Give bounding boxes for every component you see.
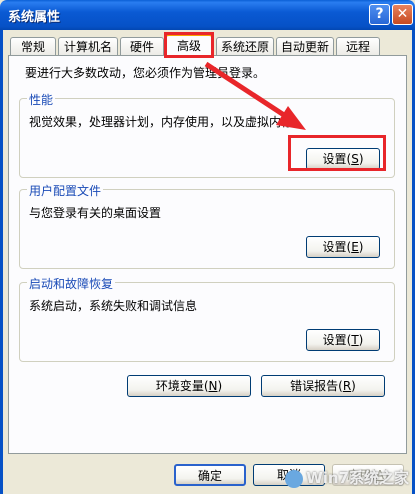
user-profiles-group: 用户配置文件 与您登录有关的桌面设置 设置(E) — [19, 182, 395, 269]
user-profiles-settings-button[interactable]: 设置(E) — [306, 236, 380, 258]
startup-recovery-accelerator: T — [351, 333, 359, 347]
startup-recovery-title: 启动和故障恢复 — [27, 275, 116, 292]
advanced-panel: 要进行大多数改动，您必须作为管理员登录。 性能 视觉效果，处理器计划，内存使用，… — [8, 55, 407, 454]
startup-recovery-settings-button[interactable]: 设置(T) — [306, 329, 380, 351]
close-button[interactable]: ✕ — [392, 4, 413, 25]
performance-group: 性能 视觉效果，处理器计划，内存使用，以及虚拟内存 设置(S) — [19, 91, 395, 178]
user-profiles-accelerator: E — [351, 240, 359, 254]
title-bar[interactable]: 系统属性 ? ✕ — [0, 0, 415, 30]
tab-advanced[interactable]: 高级 — [166, 34, 212, 56]
tab-general[interactable]: 常规 — [10, 37, 56, 55]
tab-remote[interactable]: 远程 — [336, 37, 380, 55]
tab-hardware[interactable]: 硬件 — [120, 37, 164, 55]
ok-button[interactable]: 确定 — [174, 464, 246, 486]
environment-variables-accelerator: N — [208, 379, 218, 393]
performance-settings-label: 设置 — [322, 152, 347, 166]
environment-variables-button[interactable]: 环境变量(N) — [127, 375, 251, 397]
watermark-text: Win7系统之家 — [306, 469, 409, 487]
ok-label: 确定 — [197, 469, 222, 483]
tab-automatic-updates[interactable]: 自动更新 — [276, 37, 334, 55]
tab-system-restore[interactable]: 系统还原 — [216, 37, 274, 55]
error-reporting-label: 错误报告 — [290, 379, 339, 393]
performance-description: 视觉效果，处理器计划，内存使用，以及虚拟内存 — [29, 115, 294, 129]
startup-recovery-description: 系统启动，系统失败和调试信息 — [29, 299, 198, 313]
user-profiles-title: 用户配置文件 — [27, 182, 104, 199]
environment-variables-label: 环境变量 — [155, 379, 204, 393]
watermark: Win7系统之家 — [285, 467, 409, 488]
help-button[interactable]: ? — [369, 4, 390, 25]
startup-recovery-settings-label: 设置 — [322, 333, 347, 347]
admin-note: 要进行大多数改动，您必须作为管理员登录。 — [25, 66, 266, 80]
user-profiles-description: 与您登录有关的桌面设置 — [29, 206, 162, 220]
tab-computer-name[interactable]: 计算机名 — [58, 37, 118, 55]
performance-settings-button[interactable]: 设置(S) — [306, 148, 380, 170]
watermark-logo-icon — [285, 469, 304, 488]
window-title: 系统属性 — [8, 10, 61, 25]
performance-accelerator: S — [351, 152, 359, 166]
startup-recovery-group: 启动和故障恢复 系统启动，系统失败和调试信息 设置(T) — [19, 275, 395, 362]
performance-title: 性能 — [27, 91, 56, 108]
error-reporting-button[interactable]: 错误报告(R) — [261, 375, 385, 397]
error-reporting-accelerator: R — [342, 379, 352, 393]
user-profiles-settings-label: 设置 — [322, 240, 347, 254]
